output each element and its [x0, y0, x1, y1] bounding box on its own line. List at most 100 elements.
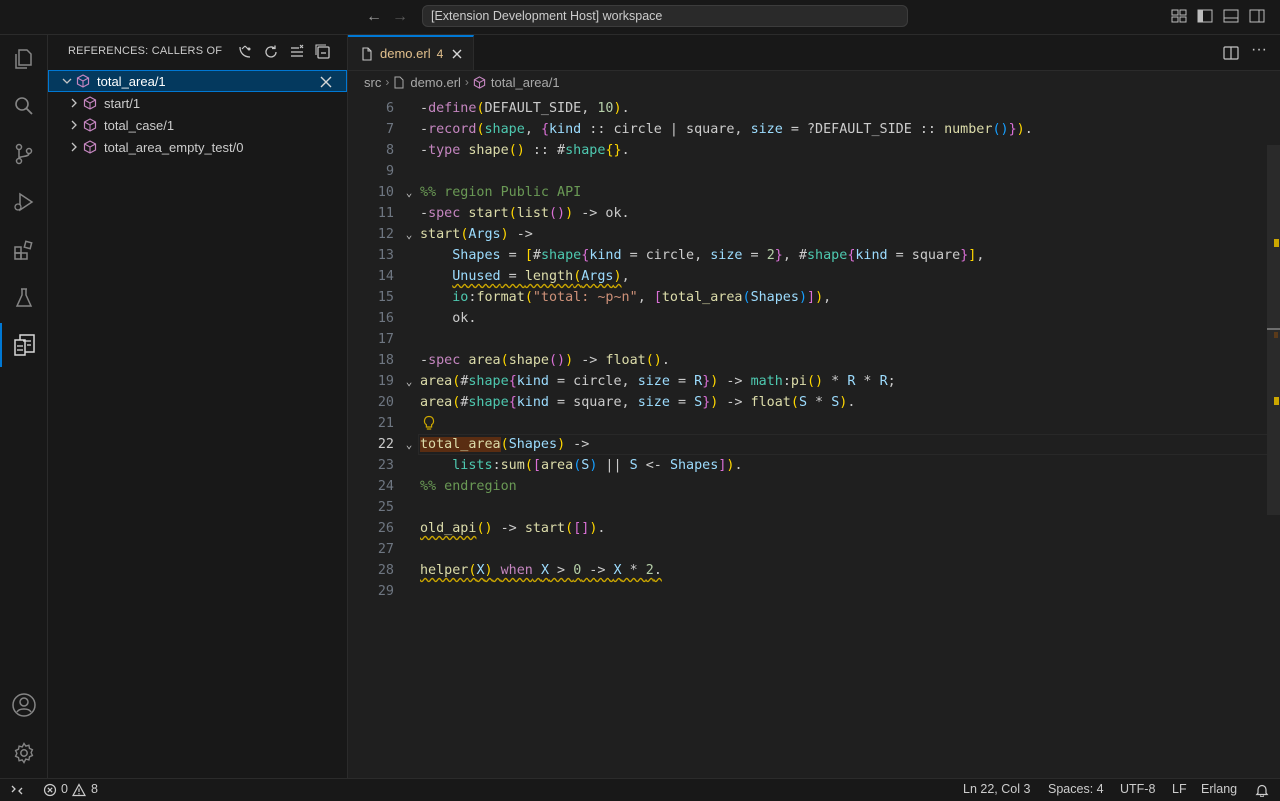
- code-text[interactable]: -record(shape, {kind :: circle | square,…: [420, 119, 1033, 140]
- breadcrumb-symbol[interactable]: total_area/1: [491, 75, 560, 90]
- tab-demo-erl[interactable]: demo.erl 4: [348, 35, 474, 70]
- breadcrumb-folder[interactable]: src: [364, 75, 381, 90]
- arrow-right-icon[interactable]: →: [390, 7, 410, 27]
- code-line: 11 -spec start(list()) -> ok.: [348, 203, 1268, 224]
- code-text[interactable]: Shapes = [#shape{kind = circle, size = 2…: [420, 245, 984, 266]
- code-text[interactable]: Unused = length(Args),: [420, 266, 629, 287]
- testing-icon[interactable]: [0, 276, 47, 320]
- gear-icon[interactable]: [0, 731, 47, 775]
- encoding[interactable]: UTF-8: [1120, 782, 1155, 796]
- bell-icon[interactable]: [1255, 783, 1269, 797]
- code-text[interactable]: %% region Public API: [420, 182, 581, 203]
- function-symbol-icon: [75, 73, 91, 89]
- code-line: 28 helper(X) when X > 0 -> X * 2.: [348, 560, 1268, 581]
- refresh-icon[interactable]: [263, 44, 279, 60]
- chevron-down-icon[interactable]: ⌄: [402, 434, 416, 455]
- error-icon[interactable]: [43, 783, 57, 797]
- remote-icon[interactable]: [10, 783, 24, 797]
- tab-label: demo.erl: [380, 46, 431, 61]
- line-number: 20: [377, 395, 394, 410]
- run-debug-icon[interactable]: [0, 180, 47, 224]
- tree-item-caller[interactable]: total_case/1: [48, 114, 347, 136]
- code-line: 14 Unused = length(Args),: [348, 266, 1268, 287]
- code-text[interactable]: start(Args) ->: [420, 224, 533, 245]
- code-line: 23 lists:sum([area(S) || S <- Shapes]).: [348, 455, 1268, 476]
- editor-scrollbar[interactable]: [1267, 145, 1280, 515]
- line-number: 21: [377, 416, 394, 431]
- code-editor[interactable]: 6 -define(DEFAULT_SIDE, 10). 7 -record(sha…: [348, 93, 1280, 778]
- language-mode[interactable]: Erlang: [1201, 782, 1237, 796]
- line-number: 25: [377, 500, 394, 515]
- toggle-secondary-sidebar-icon[interactable]: [1249, 9, 1265, 23]
- warning-count[interactable]: 8: [91, 782, 98, 796]
- warning-marker: [1274, 239, 1279, 247]
- code-text[interactable]: -type shape() :: #shape{}.: [420, 140, 630, 161]
- references-icon[interactable]: [0, 323, 47, 367]
- code-text[interactable]: lists:sum([area(S) || S <- Shapes]).: [420, 455, 742, 476]
- code-text[interactable]: area(#shape{kind = square, size = S}) ->…: [420, 392, 855, 413]
- code-line: 17: [348, 329, 1268, 350]
- title-bar: ← → [Extension Development Host] workspa…: [0, 0, 1280, 35]
- file-icon: [394, 76, 404, 88]
- chevron-down-icon[interactable]: [59, 73, 75, 89]
- chevron-down-icon[interactable]: ⌄: [402, 224, 416, 245]
- line-number: 26: [377, 521, 394, 536]
- chevron-down-icon[interactable]: ⌄: [402, 371, 416, 392]
- code-line: 9: [348, 161, 1268, 182]
- lightbulb-icon[interactable]: [422, 415, 436, 431]
- error-count[interactable]: 0: [61, 782, 68, 796]
- code-text[interactable]: -spec area(shape()) -> float().: [420, 350, 670, 371]
- cursor-marker: [1267, 328, 1280, 330]
- extensions-icon[interactable]: [0, 228, 47, 272]
- code-text[interactable]: helper(X) when X > 0 -> X * 2.: [420, 560, 662, 581]
- close-icon[interactable]: [318, 74, 334, 90]
- line-number: 8: [385, 143, 394, 158]
- tree-item-caller[interactable]: total_area_empty_test/0: [48, 136, 347, 158]
- split-editor-icon[interactable]: [1223, 46, 1239, 60]
- end-of-line[interactable]: LF: [1172, 782, 1187, 796]
- code-text[interactable]: -spec start(list()) -> ok.: [420, 203, 630, 224]
- line-number: 27: [377, 542, 394, 557]
- arrow-left-icon[interactable]: ←: [364, 7, 384, 27]
- collapse-all-icon[interactable]: [315, 44, 331, 60]
- customize-layout-icon[interactable]: [1171, 9, 1187, 23]
- code-line: 29: [348, 581, 1268, 602]
- tree-item-root[interactable]: total_area/1: [48, 70, 347, 92]
- toggle-primary-sidebar-icon[interactable]: [1197, 9, 1213, 23]
- call-hierarchy-toggle-icon[interactable]: [237, 44, 253, 60]
- code-text[interactable]: total_area(Shapes) ->: [420, 434, 589, 455]
- chevron-right-icon[interactable]: [66, 117, 82, 133]
- indentation[interactable]: Spaces: 4: [1048, 782, 1104, 796]
- more-actions-icon[interactable]: ···: [1251, 41, 1267, 59]
- references-sidebar: REFERENCES: CALLERS OF total_area/1 star…: [48, 35, 348, 778]
- toggle-panel-icon[interactable]: [1223, 9, 1239, 23]
- source-control-icon[interactable]: [0, 132, 47, 176]
- code-text[interactable]: old_api() -> start([]).: [420, 518, 605, 539]
- code-line: 19 ⌄ area(#shape{kind = circle, size = R})…: [348, 371, 1268, 392]
- search-icon[interactable]: [0, 84, 47, 128]
- tree-item-caller[interactable]: start/1: [48, 92, 347, 114]
- line-number: 12: [377, 227, 394, 242]
- files-icon[interactable]: [0, 37, 47, 81]
- code-text[interactable]: ok.: [420, 308, 476, 329]
- chevron-down-icon[interactable]: ⌄: [402, 182, 416, 203]
- chevron-right-icon[interactable]: [66, 95, 82, 111]
- cursor-position[interactable]: Ln 22, Col 3: [963, 782, 1030, 796]
- breadcrumb-file[interactable]: demo.erl: [410, 75, 461, 90]
- chevron-right-icon[interactable]: [66, 139, 82, 155]
- close-icon[interactable]: [451, 48, 463, 60]
- line-number: 14: [377, 269, 394, 284]
- code-text[interactable]: area(#shape{kind = circle, size = R}) ->…: [420, 371, 896, 392]
- warning-icon[interactable]: [72, 783, 86, 797]
- code-text[interactable]: io:format("total: ~p~n", [total_area(Sha…: [420, 287, 831, 308]
- line-number: 9: [385, 164, 394, 179]
- accounts-icon[interactable]: [0, 683, 47, 727]
- clear-icon[interactable]: [289, 44, 305, 60]
- code-text[interactable]: -define(DEFAULT_SIDE, 10).: [420, 98, 630, 119]
- chevron-right-icon: ›: [385, 75, 390, 89]
- command-center-search[interactable]: [Extension Development Host] workspace: [422, 5, 908, 27]
- line-number: 19: [377, 374, 394, 389]
- code-text[interactable]: %% endregion: [420, 476, 517, 497]
- function-symbol-icon: [82, 139, 98, 155]
- function-symbol-icon: [82, 95, 98, 111]
